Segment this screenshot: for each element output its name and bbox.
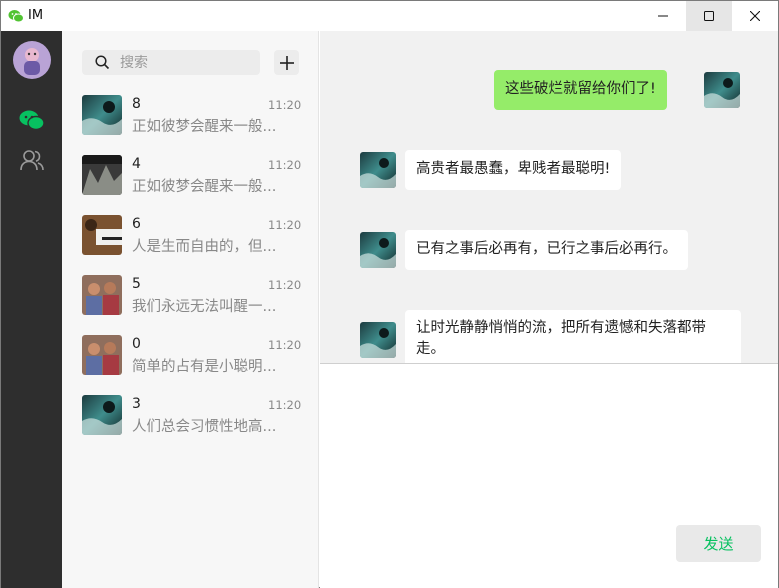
conversation-preview: 人们总会习惯性地高... [132, 419, 277, 435]
add-button[interactable] [274, 50, 299, 75]
message-text: 让时光静静悄悄的流，把所有遗憾和失落都带走。 [416, 320, 706, 357]
contact-message-avatar[interactable] [360, 152, 396, 188]
close-icon [750, 11, 760, 21]
conversation-item[interactable]: 4 11:20 正如彼梦会醒来一般... [62, 151, 319, 210]
conversation-name: 0 [132, 336, 141, 352]
my-avatar[interactable] [13, 41, 51, 79]
side-nav [1, 31, 62, 588]
conversation-time: 11:20 [268, 398, 302, 412]
conversation-item[interactable]: 6 11:20 人是生而自由的，但... [62, 211, 319, 270]
search-icon [95, 55, 110, 70]
message-input[interactable] [328, 371, 768, 521]
contact-message-avatar[interactable] [360, 232, 396, 268]
close-button[interactable] [732, 1, 778, 31]
title-bar[interactable]: IM [1, 1, 778, 31]
my-message-avatar[interactable] [704, 72, 740, 108]
conversation-item[interactable]: 5 11:20 我们永远无法叫醒一... [62, 271, 319, 330]
message-text: 高贵者最愚蠢，卑贱者最聪明! [416, 161, 611, 177]
send-button[interactable]: 发送 [676, 525, 761, 562]
search-box[interactable] [82, 50, 260, 75]
conversation-item[interactable]: 0 11:20 简单的占有是小聪明... [62, 331, 319, 390]
contacts-icon[interactable] [20, 149, 44, 171]
conversation-item[interactable]: 8 11:20 正如彼梦会醒来一般... [62, 91, 319, 150]
conversation-time: 11:20 [268, 98, 302, 112]
conversation-panel: 8 11:20 正如彼梦会醒来一般... 4 11:20 正如彼梦会醒来一般..… [62, 31, 319, 588]
conversation-preview: 正如彼梦会醒来一般... [132, 119, 277, 135]
conversation-avatar [82, 215, 122, 255]
minimize-button[interactable] [640, 1, 686, 31]
contact-message-avatar[interactable] [360, 322, 396, 358]
conversation-name: 8 [132, 96, 141, 112]
contact-message-bubble: 已有之事后必再有，已行之事后必再行。 [405, 230, 688, 270]
maximize-button[interactable] [686, 1, 732, 31]
conversation-name: 3 [132, 396, 141, 412]
conversation-name: 4 [132, 156, 141, 172]
conversation-preview: 简单的占有是小聪明... [132, 359, 277, 375]
conversation-avatar [82, 275, 122, 315]
conversation-avatar [82, 335, 122, 375]
contact-message-bubble: 让时光静静悄悄的流，把所有遗憾和失落都带走。 [405, 310, 741, 363]
my-message-bubble: 这些破烂就留给你们了! [494, 70, 667, 110]
conversation-preview: 人是生而自由的，但... [132, 239, 277, 255]
contact-message-bubble: 高贵者最愚蠢，卑贱者最聪明! [405, 150, 622, 190]
search-input[interactable] [120, 50, 255, 75]
conversation-item[interactable]: 3 11:20 人们总会习惯性地高... [62, 391, 319, 450]
conversation-avatar [82, 95, 122, 135]
conversation-preview: 正如彼梦会醒来一般... [132, 179, 277, 195]
wechat-icon [8, 10, 24, 23]
chat-bubbles-icon[interactable] [19, 109, 45, 131]
plus-icon [279, 55, 294, 70]
conversation-time: 11:20 [268, 218, 302, 232]
minimize-icon [658, 15, 668, 17]
conversation-name: 6 [132, 216, 141, 232]
conversation-time: 11:20 [268, 338, 302, 352]
conversation-avatar [82, 395, 122, 435]
message-area[interactable]: 这些破烂就留给你们了! 高贵者最愚蠢，卑贱者最聪明! 已有之事后必再有，已行之事… [320, 31, 778, 364]
message-text: 已有之事后必再有，已行之事后必再行。 [416, 241, 677, 257]
conversation-time: 11:20 [268, 278, 302, 292]
conversation-name: 5 [132, 276, 141, 292]
conversation-avatar [82, 155, 122, 195]
compose-area: 发送 [320, 365, 778, 588]
window-title: IM [28, 8, 44, 23]
conversation-preview: 我们永远无法叫醒一... [132, 299, 277, 315]
app-window: IM 搜索 8 11:20 正如彼梦会醒来一般... 4 11:20 正如彼梦会… [0, 0, 779, 588]
conversation-time: 11:20 [268, 158, 302, 172]
message-text: 这些破烂就留给你们了! [505, 81, 656, 97]
maximize-icon [704, 11, 714, 21]
